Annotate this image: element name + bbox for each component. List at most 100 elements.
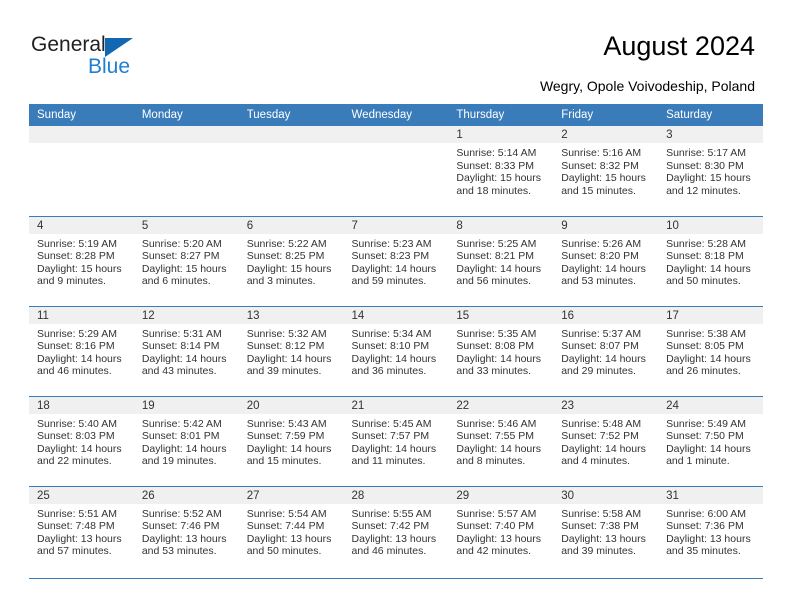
day-cell[interactable]: 14 Sunrise: 5:34 AM Sunset: 8:10 PM Dayligh…: [343, 305, 449, 396]
day-number: 16: [553, 306, 659, 324]
day-details: Sunrise: 5:51 AM Sunset: 7:48 PM Daylight:…: [29, 504, 134, 558]
sunrise-time: Sunrise: 5:55 AM: [351, 507, 432, 520]
day-cell[interactable]: 13 Sunrise: 5:32 AM Sunset: 8:12 PM Dayligh…: [238, 305, 344, 396]
daylight-line-1: Daylight: 14 hours: [351, 442, 437, 455]
day-cell[interactable]: 21 Sunrise: 5:45 AM Sunset: 7:57 PM Dayligh…: [343, 395, 449, 486]
sunrise-time: Sunrise: 5:43 AM: [246, 417, 327, 430]
day-cell[interactable]: 3 Sunrise: 5:17 AM Sunset: 8:30 PM Daylight…: [658, 126, 763, 216]
day-cell[interactable]: 17 Sunrise: 5:38 AM Sunset: 8:05 PM Dayligh…: [658, 305, 763, 396]
sunset-time: Sunset: 7:59 PM: [246, 430, 325, 443]
sunset-time: Sunset: 7:42 PM: [351, 520, 430, 533]
day-details: Sunrise: 6:00 AM Sunset: 7:36 PM Daylight:…: [658, 504, 763, 558]
daylight-line-2: and 53 minutes.: [561, 275, 636, 288]
sunrise-time: Sunrise: 5:52 AM: [141, 507, 222, 520]
day-number: 12: [133, 306, 239, 324]
day-cell[interactable]: 25 Sunrise: 5:51 AM Sunset: 7:48 PM Dayligh…: [29, 485, 134, 579]
sunset-time: Sunset: 8:12 PM: [246, 340, 325, 353]
daylight-line-1: Daylight: 13 hours: [456, 532, 542, 545]
daylight-line-2: and 9 minutes.: [37, 275, 106, 288]
day-cell[interactable]: 10 Sunrise: 5:28 AM Sunset: 8:18 PM Dayligh…: [658, 215, 763, 306]
sunrise-time: Sunrise: 5:20 AM: [141, 237, 222, 250]
day-cell[interactable]: 6 Sunrise: 5:22 AM Sunset: 8:25 PM Daylight…: [238, 215, 344, 306]
day-cell[interactable]: 30 Sunrise: 5:58 AM Sunset: 7:38 PM Dayligh…: [553, 485, 659, 579]
calendar-week-row: 25 Sunrise: 5:51 AM Sunset: 7:48 PM Dayligh…: [29, 485, 763, 579]
daylight-line-1: Daylight: 15 hours: [141, 262, 227, 275]
sunrise-time: Sunrise: 5:25 AM: [456, 237, 537, 250]
daylight-line-1: Daylight: 14 hours: [561, 352, 646, 365]
day-cell[interactable]: 5 Sunrise: 5:20 AM Sunset: 8:27 PM Daylight…: [133, 215, 239, 306]
day-number: 30: [553, 486, 659, 504]
daylight-line-2: and 6 minutes.: [141, 275, 211, 288]
daylight-line-2: and 39 minutes.: [246, 365, 322, 378]
sunrise-time: Sunrise: 5:54 AM: [246, 507, 327, 520]
day-cell[interactable]: 22 Sunrise: 5:46 AM Sunset: 7:55 PM Dayligh…: [448, 395, 554, 486]
sunrise-time: Sunrise: 5:49 AM: [666, 417, 747, 430]
day-cell[interactable]: 1 Sunrise: 5:14 AM Sunset: 8:33 PM Daylight…: [448, 126, 554, 216]
day-number: 13: [238, 306, 344, 324]
day-cell[interactable]: 27 Sunrise: 5:54 AM Sunset: 7:44 PM Dayligh…: [238, 485, 344, 579]
day-details: Sunrise: 5:19 AM Sunset: 8:28 PM Daylight:…: [29, 234, 134, 288]
daylight-line-2: and 18 minutes.: [456, 184, 532, 197]
daylight-line-2: and 1 minute.: [666, 455, 730, 468]
daylight-line-2: and 15 minutes.: [561, 184, 636, 197]
daylight-line-1: Daylight: 13 hours: [37, 532, 122, 545]
day-cell[interactable]: 28 Sunrise: 5:55 AM Sunset: 7:42 PM Dayligh…: [343, 485, 449, 579]
day-number: 18: [29, 396, 134, 414]
daylight-line-2: and 39 minutes.: [561, 545, 636, 558]
day-number: [29, 126, 134, 143]
day-details: Sunrise: 5:35 AM Sunset: 8:08 PM Daylight:…: [448, 324, 553, 378]
day-cell[interactable]: 4 Sunrise: 5:19 AM Sunset: 8:28 PM Daylight…: [29, 215, 134, 306]
day-cell[interactable]: 9 Sunrise: 5:26 AM Sunset: 8:20 PM Daylight…: [553, 215, 659, 306]
sunset-time: Sunset: 7:48 PM: [37, 520, 115, 533]
sunrise-time: Sunrise: 5:40 AM: [37, 417, 117, 430]
sunrise-time: Sunrise: 5:22 AM: [246, 237, 327, 250]
day-cell[interactable]: 11 Sunrise: 5:29 AM Sunset: 8:16 PM Dayligh…: [29, 305, 134, 396]
sunrise-time: Sunrise: 5:38 AM: [666, 327, 747, 340]
day-cell[interactable]: 8 Sunrise: 5:25 AM Sunset: 8:21 PM Daylight…: [448, 215, 554, 306]
daylight-line-2: and 12 minutes.: [666, 184, 741, 197]
general-blue-logo[interactable]: General Blue: [31, 34, 191, 82]
day-cell[interactable]: 18 Sunrise: 5:40 AM Sunset: 8:03 PM Dayligh…: [29, 395, 134, 486]
day-cell[interactable]: 24 Sunrise: 5:49 AM Sunset: 7:50 PM Dayligh…: [658, 395, 763, 486]
sunset-time: Sunset: 7:40 PM: [456, 520, 535, 533]
daylight-line-1: Daylight: 15 hours: [37, 262, 122, 275]
day-cell[interactable]: 16 Sunrise: 5:37 AM Sunset: 8:07 PM Dayligh…: [553, 305, 659, 396]
day-cell[interactable]: 26 Sunrise: 5:52 AM Sunset: 7:46 PM Dayligh…: [133, 485, 239, 579]
day-cell[interactable]: 19 Sunrise: 5:42 AM Sunset: 8:01 PM Dayligh…: [133, 395, 239, 486]
daylight-line-1: Daylight: 14 hours: [141, 442, 227, 455]
day-number: 27: [238, 486, 344, 504]
sunrise-time: Sunrise: 5:35 AM: [456, 327, 537, 340]
day-cell[interactable]: 7 Sunrise: 5:23 AM Sunset: 8:23 PM Daylight…: [343, 215, 449, 306]
day-number: 11: [29, 306, 134, 324]
daylight-line-2: and 43 minutes.: [141, 365, 217, 378]
page-title: August 2024: [603, 31, 755, 61]
day-cell[interactable]: 12 Sunrise: 5:31 AM Sunset: 8:14 PM Dayligh…: [133, 305, 239, 396]
calendar-week-row: 1 Sunrise: 5:14 AM Sunset: 8:33 PM Daylight…: [29, 126, 763, 216]
daylight-line-2: and 50 minutes.: [666, 275, 741, 288]
sunrise-time: Sunrise: 5:17 AM: [666, 147, 747, 159]
sunset-time: Sunset: 7:46 PM: [141, 520, 220, 533]
daylight-line-2: and 8 minutes.: [456, 455, 526, 468]
day-cell[interactable]: 29 Sunrise: 5:57 AM Sunset: 7:40 PM Dayligh…: [448, 485, 554, 579]
sunset-time: Sunset: 8:28 PM: [37, 250, 115, 263]
sunset-time: Sunset: 8:07 PM: [561, 340, 639, 353]
day-number: 5: [133, 216, 239, 234]
daylight-line-1: Daylight: 13 hours: [561, 532, 646, 545]
daylight-line-1: Daylight: 14 hours: [561, 442, 646, 455]
daylight-line-2: and 35 minutes.: [666, 545, 741, 558]
day-cell[interactable]: 23 Sunrise: 5:48 AM Sunset: 7:52 PM Dayligh…: [553, 395, 659, 486]
day-details: Sunrise: 5:55 AM Sunset: 7:42 PM Daylight:…: [344, 504, 449, 558]
daylight-line-1: Daylight: 14 hours: [561, 262, 646, 275]
day-cell-empty: [29, 126, 134, 216]
day-cell[interactable]: 15 Sunrise: 5:35 AM Sunset: 8:08 PM Dayligh…: [448, 305, 554, 396]
sunset-time: Sunset: 8:08 PM: [456, 340, 535, 353]
day-number: 24: [658, 396, 763, 414]
day-cell[interactable]: 2 Sunrise: 5:16 AM Sunset: 8:32 PM Daylight…: [553, 126, 659, 216]
day-number: 23: [553, 396, 659, 414]
day-cell[interactable]: 31 Sunrise: 6:00 AM Sunset: 7:36 PM Dayligh…: [658, 485, 763, 579]
sunset-time: Sunset: 8:20 PM: [561, 250, 639, 263]
day-cell[interactable]: 20 Sunrise: 5:43 AM Sunset: 7:59 PM Dayligh…: [238, 395, 344, 486]
daylight-line-1: Daylight: 15 hours: [561, 172, 646, 185]
day-number: 20: [238, 396, 344, 414]
daylight-line-1: Daylight: 14 hours: [246, 442, 332, 455]
